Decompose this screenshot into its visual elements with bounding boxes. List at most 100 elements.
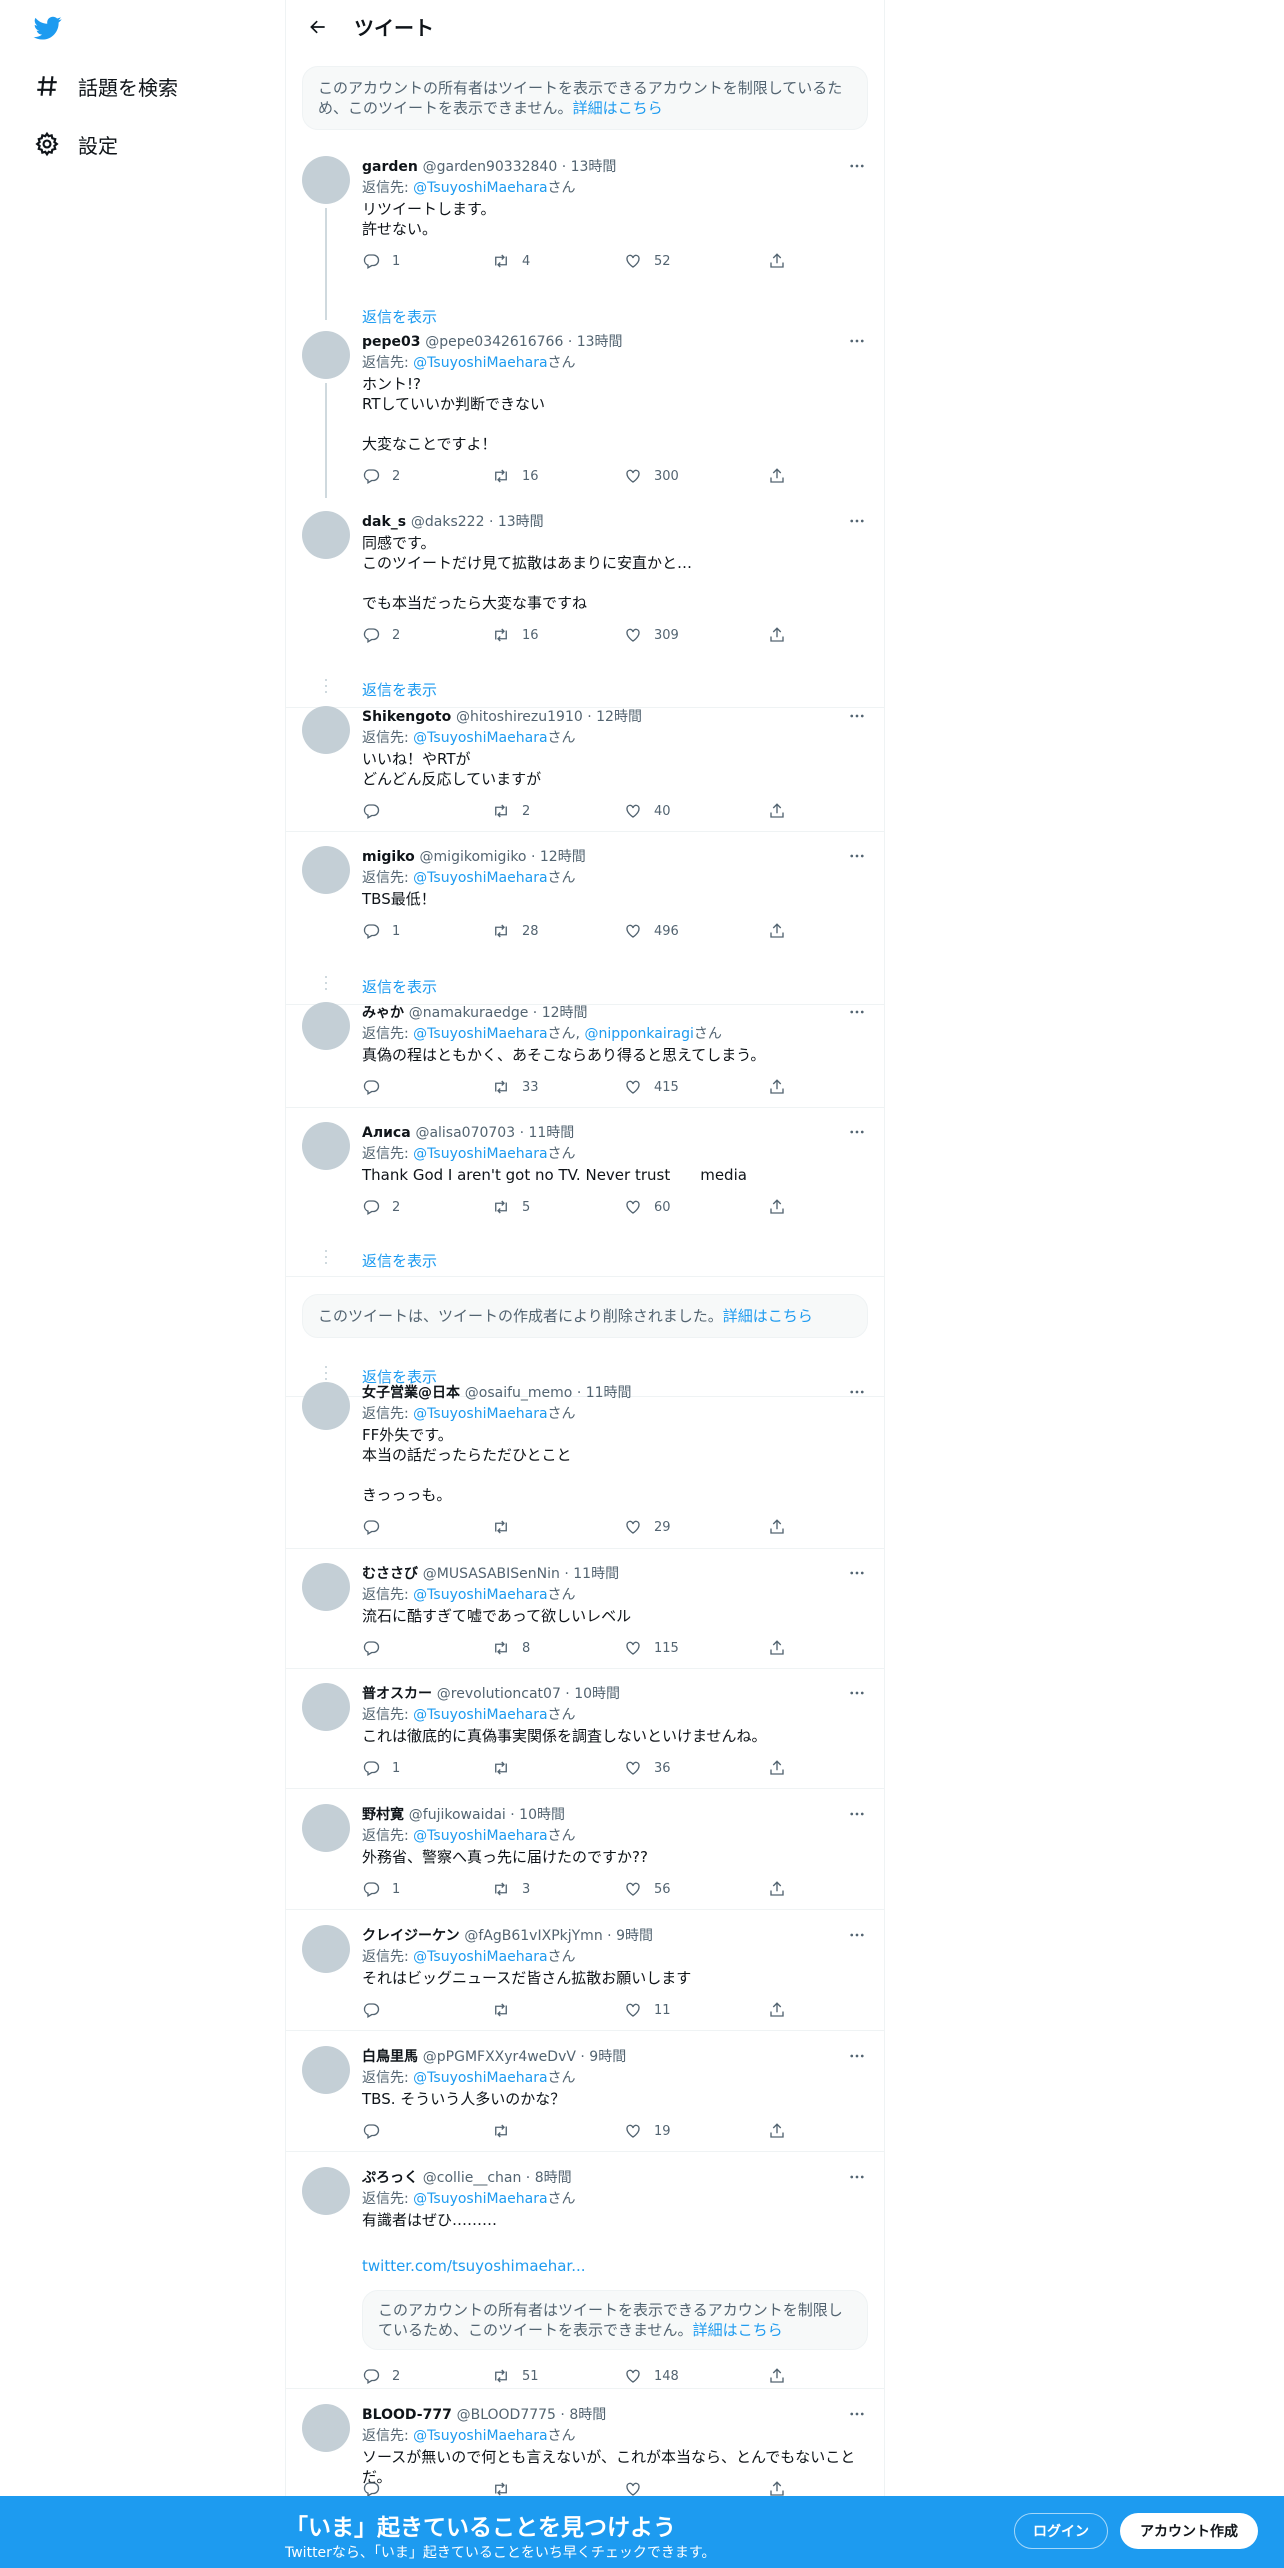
- reply-button[interactable]: 1: [362, 249, 400, 273]
- tweet-time[interactable]: 11時間: [586, 1385, 632, 1401]
- avatar[interactable]: [302, 2404, 350, 2452]
- like-button[interactable]: 148: [624, 2364, 679, 2388]
- reply-button[interactable]: [362, 2119, 392, 2143]
- share-button[interactable]: [768, 1075, 798, 1099]
- tweet[interactable]: 普オスカー @revolutioncat07 · 10時間 返信先: @Tsuyo…: [286, 1675, 884, 1788]
- tweet[interactable]: むささび @MUSASABISenNin · 11時間 返信先: @Tsuyosh…: [286, 1555, 884, 1668]
- avatar[interactable]: [302, 1683, 350, 1731]
- display-name[interactable]: Shikengoto: [362, 709, 451, 725]
- more-icon[interactable]: [846, 511, 868, 531]
- display-name[interactable]: garden: [362, 159, 418, 175]
- tweet-time[interactable]: 10時間: [519, 1807, 565, 1823]
- display-name[interactable]: Алиса: [362, 1125, 411, 1141]
- learn-more-link[interactable]: 詳細はこちら: [693, 2321, 783, 2339]
- mention-link[interactable]: @TsuyoshiMaehara: [413, 730, 547, 746]
- mention-link[interactable]: @TsuyoshiMaehara: [413, 355, 547, 371]
- retweet-button[interactable]: 3: [492, 1877, 530, 1901]
- share-button[interactable]: [768, 1998, 798, 2022]
- like-button[interactable]: 29: [624, 1515, 671, 1539]
- avatar[interactable]: [302, 1563, 350, 1611]
- retweet-button[interactable]: 33: [492, 1075, 539, 1099]
- retweet-button[interactable]: 28: [492, 919, 539, 943]
- like-button[interactable]: 52: [624, 249, 671, 273]
- login-button[interactable]: ログイン: [1014, 2513, 1108, 2549]
- share-button[interactable]: [768, 919, 798, 943]
- avatar[interactable]: [302, 706, 350, 754]
- retweet-button[interactable]: [492, 1756, 522, 1780]
- mention-link[interactable]: @TsuyoshiMaehara: [413, 1146, 547, 1162]
- avatar[interactable]: [302, 1804, 350, 1852]
- sidebar-item-explore[interactable]: 話題を検索: [34, 66, 178, 106]
- mention-link[interactable]: @TsuyoshiMaehara: [413, 1828, 547, 1844]
- signup-button[interactable]: アカウント作成: [1120, 2513, 1258, 2549]
- share-button[interactable]: [768, 2119, 798, 2143]
- display-name[interactable]: dak_s: [362, 514, 406, 530]
- display-name[interactable]: クレイジーケン: [362, 1928, 460, 1944]
- twitter-bird-icon[interactable]: [32, 14, 64, 42]
- reply-button[interactable]: 2: [362, 464, 400, 488]
- reply-button[interactable]: 2: [362, 623, 400, 647]
- tweet[interactable]: pepe03 @pepe0342616766 · 13時間 返信先: @Tsuyo…: [286, 323, 884, 498]
- mention-link[interactable]: @TsuyoshiMaehara: [413, 1949, 547, 1965]
- display-name[interactable]: むささび: [362, 1566, 418, 1582]
- learn-more-link[interactable]: 詳細はこちら: [723, 1307, 813, 1325]
- mention-link[interactable]: @TsuyoshiMaehara: [413, 180, 547, 196]
- reply-button[interactable]: [362, 1998, 392, 2022]
- reply-button[interactable]: 1: [362, 919, 400, 943]
- tweet[interactable]: みゃか @namakuraedge · 12時間 返信先: @TsuyoshiMa…: [286, 994, 884, 1107]
- like-button[interactable]: 496: [624, 919, 679, 943]
- avatar[interactable]: [302, 2046, 350, 2094]
- display-name[interactable]: pepe03: [362, 334, 421, 350]
- tweet[interactable]: Shikengoto @hitoshirezu1910 · 12時間 返信先: @…: [286, 698, 884, 831]
- avatar[interactable]: [302, 2167, 350, 2215]
- like-button[interactable]: 36: [624, 1756, 671, 1780]
- more-icon[interactable]: [846, 2046, 868, 2066]
- tweet-time[interactable]: 11時間: [573, 1566, 619, 1582]
- retweet-button[interactable]: 5: [492, 1195, 530, 1219]
- tweet[interactable]: Алиса @alisa070703 · 11時間 返信先: @TsuyoshiM…: [286, 1114, 884, 1262]
- tweet-time[interactable]: 13時間: [577, 334, 623, 350]
- tweet[interactable]: garden @garden90332840 · 13時間 返信先: @Tsuyo…: [286, 148, 884, 318]
- share-button[interactable]: [768, 1195, 798, 1219]
- like-button[interactable]: 60: [624, 1195, 671, 1219]
- display-name[interactable]: BLOOD-777: [362, 2407, 452, 2423]
- tweet-time[interactable]: 10時間: [574, 1686, 620, 1702]
- mention-link[interactable]: @TsuyoshiMaehara: [413, 1026, 547, 1042]
- like-button[interactable]: 11: [624, 1998, 671, 2022]
- show-replies-link[interactable]: 返信を表示: [362, 1250, 437, 1271]
- reply-button[interactable]: 1: [362, 1877, 400, 1901]
- reply-button[interactable]: 2: [362, 2364, 400, 2388]
- tweet-time[interactable]: 9時間: [616, 1928, 653, 1944]
- tweet-time[interactable]: 9時間: [589, 2049, 626, 2065]
- reply-button[interactable]: 1: [362, 1756, 400, 1780]
- more-icon[interactable]: [846, 331, 868, 351]
- share-button[interactable]: [768, 1636, 798, 1660]
- display-name[interactable]: 白鳥里馬: [362, 2049, 418, 2065]
- mention-link[interactable]: @TsuyoshiMaehara: [413, 1707, 547, 1723]
- avatar[interactable]: [302, 511, 350, 559]
- tweet-time[interactable]: 8時間: [569, 2407, 606, 2423]
- more-icon[interactable]: [846, 1925, 868, 1945]
- display-name[interactable]: みゃか: [362, 1005, 404, 1021]
- avatar[interactable]: [302, 1925, 350, 1973]
- like-button[interactable]: 115: [624, 1636, 679, 1660]
- retweet-button[interactable]: [492, 1515, 522, 1539]
- tweet-time[interactable]: 13時間: [571, 159, 617, 175]
- avatar[interactable]: [302, 1002, 350, 1050]
- retweet-button[interactable]: 16: [492, 623, 539, 647]
- sidebar-item-settings[interactable]: 設定: [34, 124, 118, 164]
- retweet-button[interactable]: 2: [492, 799, 530, 823]
- share-button[interactable]: [768, 799, 798, 823]
- retweet-button[interactable]: 4: [492, 249, 530, 273]
- more-icon[interactable]: [846, 1002, 868, 1022]
- tweet[interactable]: クレイジーケン @fAgB61vIXPkjYmn · 9時間 返信先: @Tsuy…: [286, 1917, 884, 2030]
- display-name[interactable]: ぷろっく: [362, 2170, 418, 2186]
- more-icon[interactable]: [846, 1563, 868, 1583]
- tweet-time[interactable]: 13時間: [498, 514, 544, 530]
- more-icon[interactable]: [846, 1804, 868, 1824]
- learn-more-link[interactable]: 詳細はこちら: [573, 99, 663, 117]
- like-button[interactable]: 300: [624, 464, 679, 488]
- tweet[interactable]: ぷろっく @collie__chan · 8時間 返信先: @TsuyoshiMa…: [286, 2159, 884, 2388]
- tweet[interactable]: dak_s @daks222 · 13時間 同感です。 このツイートだけ見て拡散は…: [286, 503, 884, 691]
- like-button[interactable]: 56: [624, 1877, 671, 1901]
